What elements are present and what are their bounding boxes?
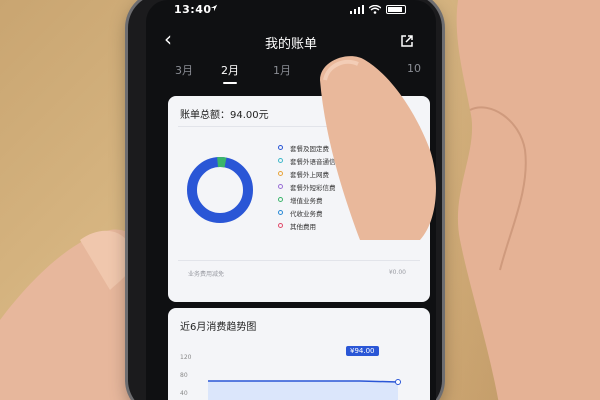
tab-month-1[interactable]: 1月	[264, 62, 300, 78]
y-tick-label: 40	[180, 390, 188, 397]
tab-month-2[interactable]: 2月	[212, 62, 248, 84]
thumb	[320, 56, 436, 240]
tab-label: 3月	[175, 64, 193, 77]
y-tick-label: 80	[180, 372, 188, 379]
total-value: 94.00元	[230, 110, 269, 121]
legend-dot-icon	[278, 197, 283, 202]
photo-scene: 13:40 ‹ 我的账单 3月 2月 1月 10 账单总额：94.00元 套餐及…	[0, 0, 600, 400]
total-label: 账单总额：	[180, 110, 230, 121]
legend-dot-icon	[278, 223, 283, 228]
legend-dot-icon	[278, 158, 283, 163]
legend-dot-icon	[278, 184, 283, 189]
bill-total: 账单总额：94.00元	[180, 106, 269, 121]
legend-dot-icon	[278, 210, 283, 215]
bill-donut-chart	[187, 157, 253, 223]
y-tick-label: 120	[180, 354, 192, 361]
tab-month-3[interactable]: 3月	[166, 62, 202, 78]
trend-title: 近6月消费趋势图	[180, 322, 257, 333]
status-time: 13:40	[174, 3, 212, 16]
location-arrow-icon	[210, 4, 218, 12]
fee-reduction-label: 业务费用减免	[188, 271, 225, 278]
legend-dot-icon	[278, 145, 283, 150]
tab-label: 2月	[221, 64, 239, 77]
legend-dot-icon	[278, 171, 283, 176]
tab-label: 1月	[273, 64, 291, 77]
